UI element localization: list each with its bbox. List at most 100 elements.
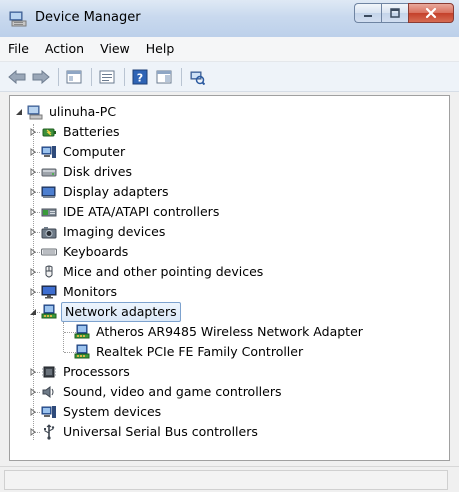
- expand-arrow-icon[interactable]: [28, 368, 37, 377]
- expand-arrow-icon[interactable]: [28, 408, 37, 417]
- collapse-arrow-icon[interactable]: [14, 108, 23, 117]
- maximize-icon: [390, 8, 400, 18]
- tree-category-label: Network adapters: [61, 302, 181, 322]
- menu-bar: File Action View Help: [0, 37, 459, 62]
- tree-category-monitors[interactable]: Monitors: [30, 282, 119, 302]
- close-button[interactable]: [408, 3, 454, 23]
- show-hide-tree-button[interactable]: [96, 66, 118, 88]
- expand-arrow-icon[interactable]: [28, 208, 37, 217]
- tree-category-display-adapters[interactable]: Display adapters: [30, 182, 170, 202]
- properties-pane-button[interactable]: [63, 66, 85, 88]
- tree-category-label: Keyboards: [63, 244, 129, 259]
- computer-root-icon: [27, 104, 43, 120]
- tree-category-label: Mice and other pointing devices: [63, 264, 264, 279]
- sound-icon: [41, 384, 57, 400]
- tree-device-atheros-ar9485-wireless-network-adapter[interactable]: Atheros AR9485 Wireless Network Adapter: [74, 322, 365, 342]
- battery-icon: [41, 124, 57, 140]
- window-title: Device Manager: [35, 10, 141, 25]
- expand-arrow-icon[interactable]: [28, 268, 37, 277]
- toolbar: ?: [0, 62, 459, 92]
- expand-arrow-icon[interactable]: [28, 288, 37, 297]
- toolbar-separator: [181, 67, 182, 86]
- menu-view[interactable]: View: [92, 38, 138, 60]
- tree-category-label: System devices: [63, 404, 162, 419]
- device-manager-icon: [9, 9, 27, 27]
- tree-root-label: ulinuha-PC: [49, 104, 117, 119]
- help-button[interactable]: ?: [129, 66, 151, 88]
- network-adapter-icon: [74, 344, 90, 360]
- expand-arrow-icon[interactable]: [28, 168, 37, 177]
- expand-arrow-icon[interactable]: [28, 188, 37, 197]
- status-pane: [4, 470, 448, 490]
- processor-icon: [41, 364, 57, 380]
- tree-category-label: Processors: [63, 364, 130, 379]
- tree-category-imaging-devices[interactable]: Imaging devices: [30, 222, 167, 242]
- back-button[interactable]: [6, 66, 28, 88]
- console-tree-icon: [156, 70, 172, 83]
- tree-category-label: Display adapters: [63, 184, 169, 199]
- system-device-icon: [41, 404, 57, 420]
- toolbar-separator: [91, 67, 92, 86]
- tree-category-label: Universal Serial Bus controllers: [63, 424, 258, 439]
- tree-category-universal-serial-bus-controllers[interactable]: Universal Serial Bus controllers: [30, 422, 260, 442]
- tree-category-system-devices[interactable]: System devices: [30, 402, 163, 422]
- tree-category-network-adapters[interactable]: Network adapters: [29, 302, 181, 322]
- menu-action[interactable]: Action: [37, 38, 92, 60]
- svg-text:?: ?: [137, 71, 143, 84]
- scan-hardware-button[interactable]: [186, 66, 208, 88]
- tree-connector: [63, 322, 64, 352]
- tree-category-label: Disk drives: [63, 164, 132, 179]
- monitor-icon: [41, 284, 57, 300]
- disk-drive-icon: [41, 164, 57, 180]
- forward-button[interactable]: [30, 66, 52, 88]
- back-icon: [8, 69, 26, 84]
- tree-root[interactable]: ulinuha-PC: [14, 102, 118, 122]
- tree-category-computer[interactable]: Computer: [30, 142, 127, 162]
- device-tree[interactable]: ulinuha-PC Batteries Computer Disk drives D…: [9, 95, 450, 461]
- tree-category-sound-video-and-game-controllers[interactable]: Sound, video and game controllers: [30, 382, 284, 402]
- usb-icon: [41, 424, 57, 440]
- toolbar-separator: [124, 67, 125, 86]
- keyboard-icon: [41, 244, 57, 260]
- tree-category-label: Monitors: [63, 284, 118, 299]
- status-bar: [0, 466, 459, 492]
- tree-category-ide-ata-atapi-controllers[interactable]: IDE ATA/ATAPI controllers: [30, 202, 221, 222]
- expand-arrow-icon[interactable]: [28, 228, 37, 237]
- tree-category-label: Batteries: [63, 124, 120, 139]
- forward-icon: [32, 69, 50, 84]
- collapse-arrow-icon[interactable]: [28, 308, 37, 317]
- toolbar-separator: [58, 67, 59, 86]
- maximize-button[interactable]: [381, 3, 408, 23]
- console-tree-button[interactable]: [153, 66, 175, 88]
- menu-help[interactable]: Help: [138, 38, 183, 60]
- expand-arrow-icon[interactable]: [28, 428, 37, 437]
- expand-arrow-icon[interactable]: [28, 388, 37, 397]
- display-adapter-icon: [41, 184, 57, 200]
- tree-category-label: Computer: [63, 144, 126, 159]
- title-bar[interactable]: Device Manager: [0, 0, 459, 38]
- expand-arrow-icon[interactable]: [28, 128, 37, 137]
- properties-pane-icon: [66, 70, 82, 83]
- expand-arrow-icon[interactable]: [28, 248, 37, 257]
- tree-category-processors[interactable]: Processors: [30, 362, 132, 382]
- expand-arrow-icon[interactable]: [28, 148, 37, 157]
- network-adapter-icon: [41, 304, 57, 320]
- network-adapter-icon: [74, 324, 90, 340]
- mouse-icon: [41, 264, 57, 280]
- tree-category-batteries[interactable]: Batteries: [30, 122, 122, 142]
- tree-device-realtek-pcie-fe-family-controller[interactable]: Realtek PCIe FE Family Controller: [74, 342, 305, 362]
- tree-category-disk-drives[interactable]: Disk drives: [30, 162, 134, 182]
- menu-file[interactable]: File: [0, 38, 37, 60]
- tree-category-keyboards[interactable]: Keyboards: [30, 242, 130, 262]
- imaging-device-icon: [41, 224, 57, 240]
- scan-hardware-icon: [190, 71, 205, 85]
- tree-device-label: Realtek PCIe FE Family Controller: [96, 344, 304, 359]
- tree-category-mice-and-other-pointing-devices[interactable]: Mice and other pointing devices: [30, 262, 265, 282]
- minimize-icon: [364, 15, 372, 17]
- help-icon: ?: [132, 69, 148, 84]
- ide-controller-icon: [41, 204, 57, 220]
- show-hide-tree-icon: [99, 70, 115, 83]
- minimize-button[interactable]: [354, 3, 381, 23]
- device-manager-window: Device Manager File Action View Help ? u…: [0, 0, 459, 492]
- tree-device-label: Atheros AR9485 Wireless Network Adapter: [96, 324, 363, 339]
